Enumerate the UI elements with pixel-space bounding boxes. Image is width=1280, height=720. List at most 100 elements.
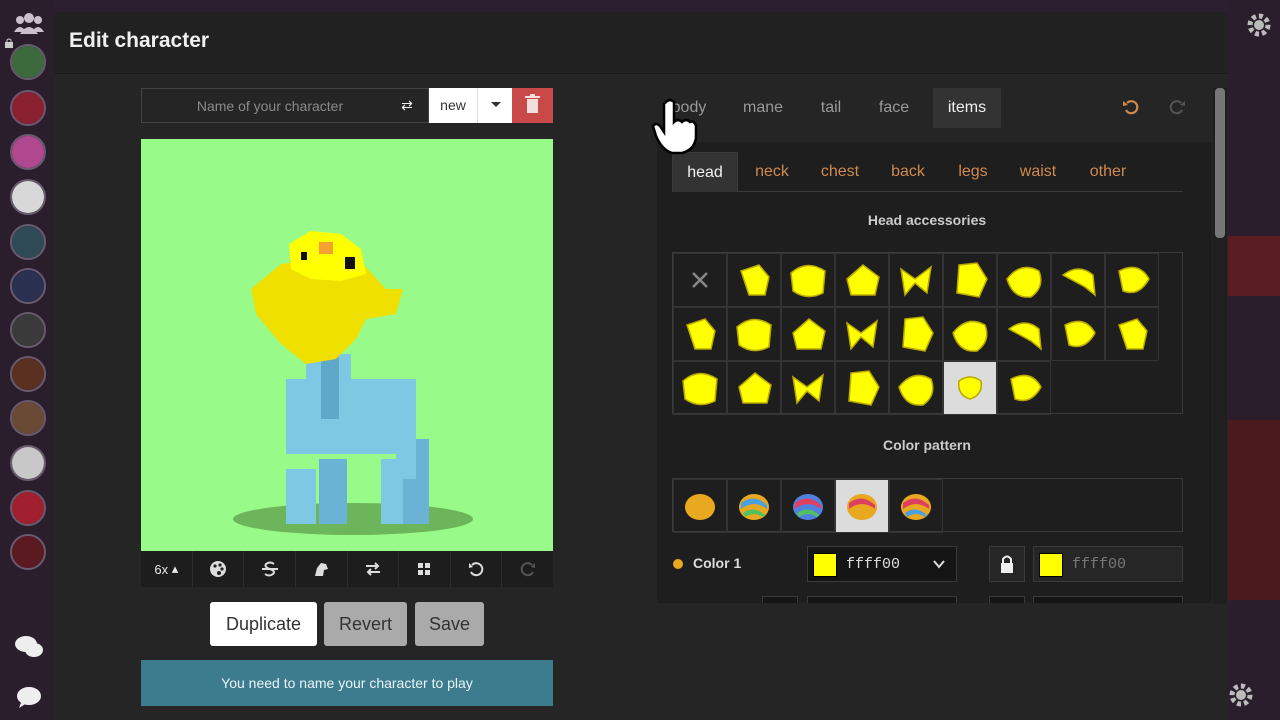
color-2-lock-partial[interactable] — [989, 596, 1025, 603]
color-pattern-option[interactable] — [889, 479, 943, 533]
accessory-item[interactable] — [781, 253, 835, 307]
accessory-item[interactable] — [889, 361, 943, 415]
subtab-waist[interactable]: waist — [1010, 152, 1066, 192]
avatar[interactable] — [10, 224, 46, 260]
duplicate-button[interactable]: Duplicate — [210, 602, 317, 646]
hand-cursor-icon — [651, 98, 698, 155]
subtab-chest[interactable]: chest — [810, 152, 870, 192]
accessory-icon — [848, 370, 880, 406]
redo-icon[interactable] — [502, 551, 553, 587]
accessory-item[interactable] — [727, 253, 781, 307]
avatar[interactable] — [10, 44, 46, 80]
avatar[interactable] — [10, 490, 46, 526]
subtab-other[interactable]: other — [1078, 152, 1138, 192]
grid-icon[interactable] — [399, 551, 451, 587]
character-name-input[interactable] — [141, 88, 429, 123]
strikethrough-icon[interactable] — [244, 551, 296, 587]
save-button[interactable]: Save — [415, 602, 484, 646]
scroll-thumb[interactable] — [1215, 88, 1225, 238]
color-pattern-option[interactable] — [781, 479, 835, 533]
accessory-item[interactable] — [781, 361, 835, 415]
accessory-icon — [1010, 374, 1042, 402]
avatar[interactable] — [10, 400, 46, 436]
color-pattern-option[interactable] — [673, 479, 727, 533]
accessory-item[interactable] — [889, 307, 943, 361]
accessory-item[interactable] — [1105, 307, 1159, 361]
color-1-select[interactable]: ffff00 — [807, 546, 957, 582]
undo-icon[interactable] — [1121, 97, 1141, 117]
accessory-item[interactable] — [1105, 253, 1159, 307]
palette-icon[interactable] — [193, 551, 245, 587]
accessory-item[interactable] — [673, 361, 727, 415]
accessory-item[interactable] — [835, 307, 889, 361]
color-dot — [673, 559, 683, 569]
people-icon[interactable] — [14, 12, 44, 34]
swap-arrows-icon[interactable] — [348, 551, 400, 587]
accessory-item[interactable] — [997, 253, 1051, 307]
redo-icon[interactable] — [1167, 97, 1187, 117]
chat-icon[interactable] — [14, 684, 44, 710]
accessory-icon — [846, 264, 880, 296]
tab-face[interactable]: face — [865, 88, 923, 128]
dropdown-button[interactable] — [477, 88, 512, 123]
color-2-select-partial[interactable] — [807, 596, 957, 603]
subtab-back[interactable]: back — [880, 152, 936, 192]
color-pattern-option[interactable] — [727, 479, 781, 533]
swap-icon[interactable]: ⇄ — [394, 94, 420, 116]
accessory-item[interactable] — [1051, 253, 1105, 307]
avatar[interactable] — [10, 179, 46, 215]
accessory-item[interactable] — [943, 253, 997, 307]
accessory-item[interactable] — [943, 361, 997, 415]
tab-tail[interactable]: tail — [809, 88, 853, 128]
accessory-item[interactable] — [727, 307, 781, 361]
accessory-item[interactable] — [835, 361, 889, 415]
accessory-item[interactable] — [997, 361, 1051, 415]
avatar[interactable] — [10, 534, 46, 570]
accessory-item[interactable] — [997, 307, 1051, 361]
pattern-icon — [739, 494, 769, 520]
subtab-neck[interactable]: neck — [746, 152, 798, 192]
lock-button[interactable] — [989, 546, 1025, 582]
color-pattern-option[interactable] — [835, 479, 889, 533]
accessory-item[interactable] — [1051, 307, 1105, 361]
tab-items[interactable]: items — [933, 88, 1001, 128]
gear-icon[interactable] — [1228, 682, 1254, 708]
avatar[interactable] — [10, 90, 46, 126]
accessory-icon — [956, 262, 988, 298]
accessory-item[interactable] — [835, 253, 889, 307]
scrollbar[interactable] — [1213, 88, 1227, 604]
accessory-item[interactable] — [781, 307, 835, 361]
new-button[interactable]: new — [429, 88, 477, 123]
subtab-legs[interactable]: legs — [948, 152, 998, 192]
avatar[interactable] — [10, 134, 46, 170]
horse-head-icon[interactable] — [296, 551, 348, 587]
accessory-icon — [902, 316, 934, 352]
trash-icon — [525, 94, 540, 113]
avatar[interactable] — [10, 445, 46, 481]
accessory-item[interactable] — [889, 253, 943, 307]
accessory-item[interactable] — [727, 361, 781, 415]
zoom-button[interactable]: 6x ▴ — [141, 551, 193, 587]
avatar[interactable] — [10, 312, 46, 348]
avatar[interactable] — [10, 356, 46, 392]
modal-header: Edit character — [55, 12, 1228, 74]
color-pattern-grid — [672, 478, 1183, 533]
color-2-dropdown-partial[interactable] — [762, 596, 798, 603]
chat-bubbles-icon[interactable] — [14, 634, 44, 660]
color-pattern-title: Color pattern — [883, 437, 971, 453]
accessory-item[interactable] — [943, 307, 997, 361]
accessory-icon — [791, 373, 825, 405]
accessory-item[interactable] — [673, 307, 727, 361]
undo-icon[interactable] — [451, 551, 503, 587]
revert-button[interactable]: Revert — [324, 602, 407, 646]
color-1-locked-field[interactable]: ffff00 — [1033, 546, 1183, 582]
name-required-notice[interactable]: You need to name your character to play — [141, 660, 553, 706]
character-preview[interactable] — [141, 139, 553, 551]
color-2-field-partial[interactable] — [1033, 596, 1183, 603]
avatar[interactable] — [10, 268, 46, 304]
gear-icon[interactable] — [1246, 12, 1272, 38]
tab-mane[interactable]: mane — [731, 88, 795, 128]
accessory-none[interactable] — [673, 253, 727, 307]
delete-button[interactable] — [512, 88, 553, 123]
subtab-head[interactable]: head — [672, 152, 738, 192]
